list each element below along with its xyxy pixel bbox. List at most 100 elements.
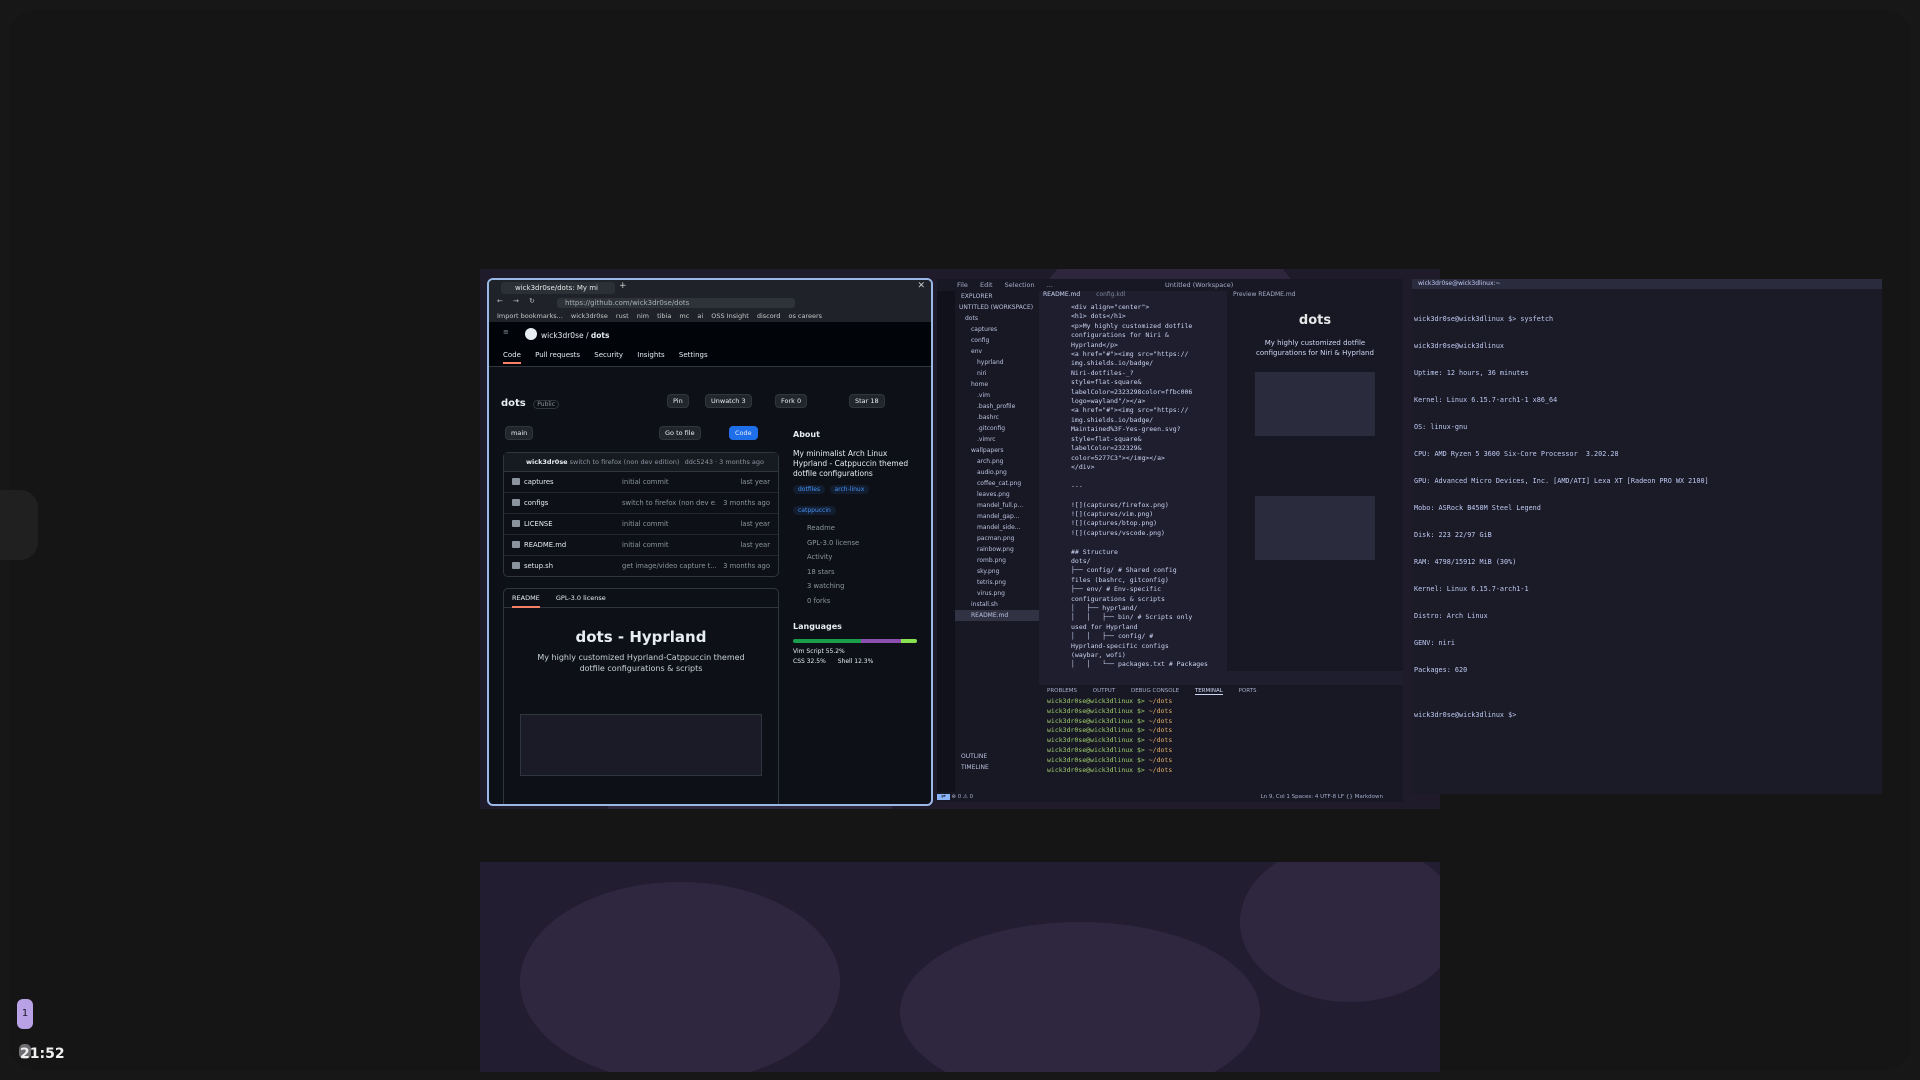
file-commit[interactable]: initial commit	[622, 472, 716, 492]
menu-edit[interactable]: Edit	[980, 281, 993, 289]
list-item[interactable]: leaves.png	[955, 489, 1039, 500]
list-item[interactable]: .vimrc	[955, 434, 1039, 445]
topic-tag[interactable]: dotfiles	[793, 485, 826, 494]
commit-message[interactable]: switch to firefox (non dev edition)	[570, 458, 680, 466]
list-item[interactable]: virus.png	[955, 588, 1039, 599]
menu-selection[interactable]: Selection	[1005, 281, 1035, 289]
tab-output[interactable]: OUTPUT	[1093, 688, 1115, 694]
terminal-window[interactable]: wick3dr0se@wick3dlinux:~ wick3dr0se@wick…	[1412, 279, 1882, 794]
preview-tab[interactable]: Preview README.md	[1233, 291, 1295, 298]
list-item[interactable]: captures	[955, 324, 1039, 335]
forks-link[interactable]: 0 forks	[793, 594, 917, 609]
bookmark-item[interactable]: Import bookmarks...	[497, 312, 563, 320]
stars-link[interactable]: 18 stars	[793, 565, 917, 580]
integrated-terminal[interactable]: wick3dr0se@wick3dlinux $> ~/dots wick3dr…	[1039, 697, 1403, 775]
list-item[interactable]: README.md	[955, 610, 1039, 621]
close-icon[interactable]: ✕	[917, 281, 925, 291]
list-item[interactable]: sky.png	[955, 566, 1039, 577]
table-row[interactable]: README.md initial commit last year	[504, 535, 778, 556]
breadcrumb-owner[interactable]: wick3dr0se	[541, 331, 584, 340]
list-item[interactable]: audio.png	[955, 467, 1039, 478]
star-button[interactable]: Star 18	[849, 394, 885, 408]
commit-author[interactable]: wick3dr0se	[526, 458, 568, 466]
tab-license[interactable]: GPL-3.0 license	[556, 594, 606, 602]
workspace-overview-next[interactable]	[480, 862, 1440, 1072]
tab-security[interactable]: Security	[594, 351, 623, 359]
terminal-output[interactable]: wick3dr0se@wick3dlinux $> sysfetch wick3…	[1412, 289, 1882, 738]
list-item[interactable]: coffee_cat.png	[955, 478, 1039, 489]
bookmark-item[interactable]: rust	[616, 312, 629, 320]
breadcrumb-repo[interactable]: dots	[591, 331, 610, 340]
editor-tab[interactable]: config.kdl	[1096, 291, 1125, 298]
file-commit[interactable]: initial commit	[622, 535, 716, 555]
file-name[interactable]: LICENSE	[524, 514, 553, 534]
language-item[interactable]: CSS 32.5%	[793, 658, 826, 665]
bookmark-item[interactable]: tibia	[657, 312, 671, 320]
list-item[interactable]: wallpapers	[955, 445, 1039, 456]
language-item[interactable]: Vim Script 55.2%	[793, 648, 845, 655]
license-link[interactable]: GPL-3.0 license	[793, 536, 917, 551]
workspace-1-indicator[interactable]: 1	[17, 999, 33, 1029]
unwatch-button[interactable]: Unwatch 3	[705, 394, 752, 408]
problems-status[interactable]: ⊗ 0 ⚠ 0	[951, 794, 973, 800]
go-to-file-button[interactable]: Go to file	[659, 426, 701, 440]
list-item[interactable]: tetris.png	[955, 577, 1039, 588]
menu-file[interactable]: File	[957, 281, 968, 289]
list-item[interactable]: arch.png	[955, 456, 1039, 467]
list-item[interactable]: rainbow.png	[955, 544, 1039, 555]
topic-tag[interactable]: catppuccin	[793, 506, 836, 515]
file-name[interactable]: configs	[524, 493, 548, 513]
readme-link[interactable]: Readme	[793, 521, 917, 536]
editor-tab[interactable]: README.md	[1043, 291, 1080, 298]
list-item[interactable]: install.sh	[955, 599, 1039, 610]
bookmark-item[interactable]: nim	[637, 312, 649, 320]
list-item[interactable]: env	[955, 346, 1039, 357]
list-item[interactable]: config	[955, 335, 1039, 346]
bookmark-item[interactable]: ai	[697, 312, 703, 320]
list-item[interactable]: hyprland	[955, 357, 1039, 368]
tab-terminal[interactable]: TERMINAL	[1194, 688, 1223, 695]
github-logo-icon[interactable]	[525, 328, 537, 340]
tab-code[interactable]: Code	[503, 351, 521, 364]
remote-icon[interactable]: ⇌	[937, 794, 950, 800]
list-item[interactable]: dots	[955, 313, 1039, 324]
list-item[interactable]: .gitconfig	[955, 423, 1039, 434]
tab-ports[interactable]: PORTS	[1239, 688, 1257, 694]
list-item[interactable]: mandel_side...	[955, 522, 1039, 533]
topic-tag[interactable]: arch-linux	[829, 485, 870, 494]
back-icon[interactable]: ←	[497, 297, 503, 305]
tab-pull-requests[interactable]: Pull requests	[535, 351, 580, 359]
table-row[interactable]: captures initial commit last year	[504, 472, 778, 493]
file-commit[interactable]: switch to firefox (non dev e...	[622, 493, 716, 513]
list-item[interactable]: home	[955, 379, 1039, 390]
markdown-preview[interactable]: Preview README.md dots My highly customi…	[1227, 291, 1403, 671]
new-tab-button[interactable]: +	[619, 281, 627, 291]
list-item[interactable]: niri	[955, 368, 1039, 379]
list-item[interactable]: pacman.png	[955, 533, 1039, 544]
list-item[interactable]: mandel_full.p...	[955, 500, 1039, 511]
tab-readme[interactable]: README	[512, 594, 540, 608]
file-name[interactable]: README.md	[524, 535, 566, 555]
bookmark-item[interactable]: wick3dr0se	[571, 312, 608, 320]
workspace-root[interactable]: UNTITLED (WORKSPACE)	[955, 302, 1039, 313]
file-name[interactable]: captures	[524, 472, 554, 492]
list-item[interactable]: .vim	[955, 390, 1039, 401]
activity-link[interactable]: Activity	[793, 550, 917, 565]
bookmark-item[interactable]: discord	[757, 312, 781, 320]
language-item[interactable]: Shell 12.3%	[838, 658, 874, 665]
code-content[interactable]: <div align="center"> <h1> dots</h1> <p>M…	[1039, 291, 1219, 670]
browser-tab[interactable]: wick3dr0se/dots: My mi	[501, 282, 615, 294]
reload-icon[interactable]: ↻	[529, 297, 535, 305]
bookmark-item[interactable]: OSS Insight	[711, 312, 748, 320]
pin-button[interactable]: Pin	[667, 394, 689, 408]
fork-button[interactable]: Fork 0	[775, 394, 808, 408]
code-editor[interactable]: README.md config.kdl <div align="center"…	[1039, 291, 1219, 671]
menu-more[interactable]: ...	[1047, 281, 1053, 289]
list-item[interactable]: romb.png	[955, 555, 1039, 566]
watching-link[interactable]: 3 watching	[793, 579, 917, 594]
menu-icon[interactable]: ≡	[503, 328, 509, 336]
firefox-window[interactable]: wick3dr0se/dots: My mi + ✕ ← → ↻ https:/…	[487, 278, 933, 806]
branch-select[interactable]: main	[505, 426, 534, 440]
file-name[interactable]: setup.sh	[524, 556, 553, 576]
tab-debug-console[interactable]: DEBUG CONSOLE	[1131, 688, 1179, 694]
